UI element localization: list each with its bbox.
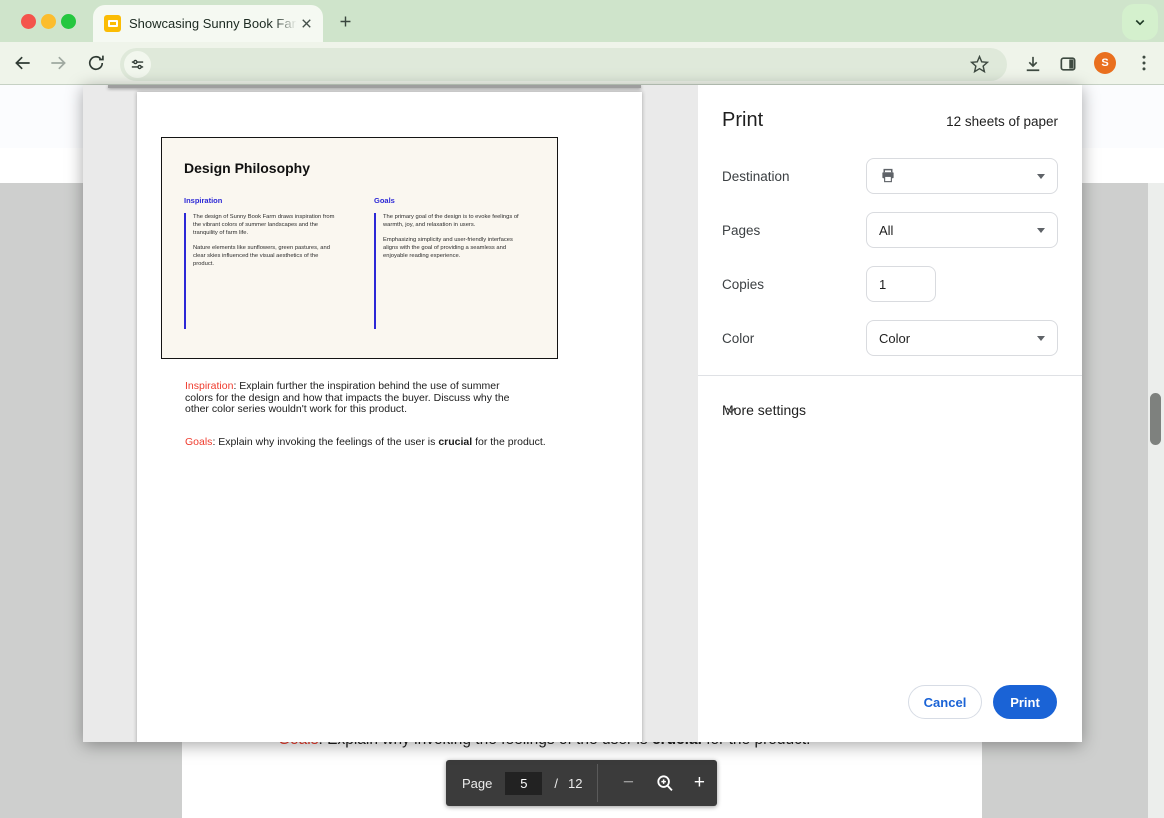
more-settings-row[interactable]: More settings — [698, 389, 1082, 431]
page-separator: / — [554, 776, 558, 791]
sheets-summary: 12 sheets of paper — [946, 114, 1058, 129]
zoom-out-button[interactable]: − — [619, 772, 637, 794]
tab-search-button[interactable] — [1122, 4, 1158, 40]
pages-label: Pages — [722, 223, 760, 238]
page-toolbar: Page / 12 − + — [446, 760, 717, 806]
print-button[interactable]: Print — [993, 685, 1057, 719]
site-settings-icon[interactable] — [124, 51, 151, 78]
print-settings-pane: Print 12 sheets of paper Destination Pag… — [698, 85, 1082, 742]
pages-value: All — [879, 223, 893, 238]
print-dialog: Design Philosophy Inspiration Goals The … — [83, 85, 1082, 742]
zoom-magnifier-icon[interactable] — [654, 772, 676, 794]
print-preview-pane: Design Philosophy Inspiration Goals The … — [83, 85, 698, 742]
slide-title: Design Philosophy — [184, 160, 310, 176]
window-zoom-button[interactable] — [61, 14, 76, 29]
browser-profile-avatar[interactable]: S — [1094, 52, 1116, 74]
slide-heading-goals: Goals — [374, 196, 395, 205]
copies-label: Copies — [722, 277, 764, 292]
destination-select[interactable] — [866, 158, 1058, 194]
color-label: Color — [722, 331, 754, 346]
bookmark-star-icon[interactable] — [970, 55, 989, 74]
scrollbar-thumb[interactable] — [1150, 393, 1161, 445]
slides-favicon-icon — [104, 15, 121, 32]
forward-button[interactable] — [48, 53, 68, 73]
tab-title: Showcasing Sunny Book Farm — [129, 16, 297, 31]
cancel-button[interactable]: Cancel — [908, 685, 982, 719]
pages-select[interactable]: All — [866, 212, 1058, 248]
dropdown-caret-icon — [1037, 336, 1045, 341]
settings-divider — [698, 375, 1082, 376]
toolbar-divider — [597, 764, 598, 802]
browser-tab[interactable]: Showcasing Sunny Book Farm — [93, 5, 323, 42]
dropdown-caret-icon — [1037, 228, 1045, 233]
speaker-note-goals: Goals: Explain why invoking the feelings… — [185, 437, 605, 449]
print-dialog-title: Print — [722, 109, 763, 132]
speaker-note-inspiration: Inspiration: Explain further the inspira… — [185, 381, 523, 416]
window-close-button[interactable] — [21, 14, 36, 29]
tab-close-icon[interactable] — [299, 16, 314, 31]
dropdown-caret-icon — [1037, 174, 1045, 179]
reload-button[interactable] — [86, 53, 106, 73]
page-number-input[interactable] — [505, 772, 542, 795]
address-bar[interactable] — [120, 48, 1007, 81]
page-total: 12 — [568, 776, 582, 791]
zoom-in-button[interactable]: + — [690, 772, 708, 794]
download-icon[interactable] — [1023, 54, 1043, 74]
back-button[interactable] — [13, 53, 33, 73]
slide-inspiration-text: The design of Sunny Book Farm draws insp… — [184, 213, 339, 329]
color-value: Color — [879, 331, 910, 346]
slide-design-philosophy: Design Philosophy Inspiration Goals The … — [161, 137, 558, 359]
slide-goals-text: The primary goal of the design is to evo… — [374, 213, 529, 329]
window-minimize-button[interactable] — [41, 14, 56, 29]
side-panel-icon[interactable] — [1058, 54, 1078, 74]
printer-icon — [879, 167, 897, 185]
color-select[interactable]: Color — [866, 320, 1058, 356]
chevron-down-icon — [722, 401, 740, 419]
window-scrollbar[interactable] — [1148, 183, 1164, 818]
new-tab-button[interactable] — [337, 13, 354, 30]
copies-input[interactable] — [866, 266, 936, 302]
destination-label: Destination — [722, 169, 790, 184]
page-label: Page — [462, 776, 492, 791]
previous-sheet-edge — [108, 85, 641, 88]
browser-window: Showcasing Sunny Book Farm — [0, 0, 1164, 818]
kebab-menu-icon[interactable] — [1134, 53, 1154, 73]
slide-heading-inspiration: Inspiration — [184, 196, 222, 205]
tab-strip: Showcasing Sunny Book Farm — [0, 0, 1164, 42]
preview-page: Design Philosophy Inspiration Goals The … — [137, 92, 642, 742]
